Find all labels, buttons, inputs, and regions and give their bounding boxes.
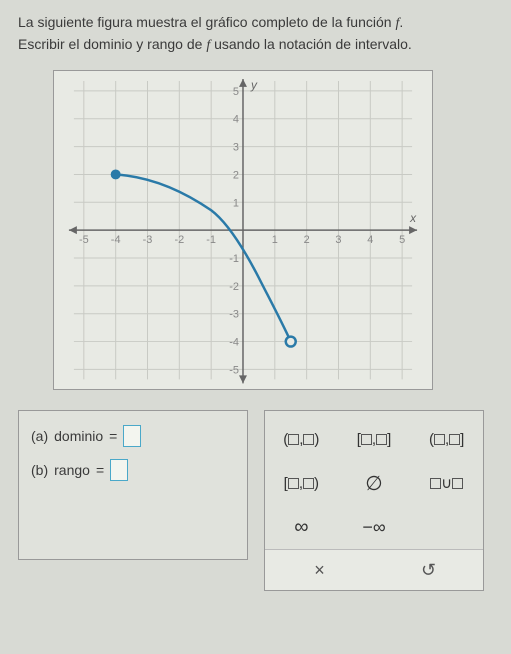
graph-svg: -5-4-3 -2-1 123 45 543 21 -1-2-3 -4-5 x …: [54, 71, 432, 389]
reset-icon: ↺: [421, 560, 436, 581]
btn-clear[interactable]: ×: [265, 550, 374, 590]
svg-text:-5: -5: [229, 364, 239, 376]
input-rango[interactable]: [110, 459, 128, 481]
part-label-a: (a): [31, 428, 48, 444]
pal-empty-cell: [410, 505, 483, 549]
svg-text:5: 5: [399, 234, 405, 246]
svg-text:-2: -2: [174, 234, 184, 246]
svg-text:5: 5: [233, 86, 239, 98]
svg-text:-4: -4: [229, 337, 239, 349]
symbol-palette: (,) [,] (,] [,) ∅ ∪ ∞ −∞ × ↺: [264, 410, 484, 591]
part-label-b: (b): [31, 462, 48, 478]
prompt-line1: La siguiente figura muestra el gráfico c…: [18, 14, 403, 30]
btn-interval-open-open[interactable]: (,): [265, 417, 338, 461]
btn-reset[interactable]: ↺: [374, 550, 483, 590]
svg-text:-4: -4: [111, 234, 121, 246]
svg-text:1: 1: [272, 234, 278, 246]
endpoint-open: [286, 337, 296, 347]
svg-text:-3: -3: [229, 309, 239, 321]
label-rango: rango: [54, 462, 90, 478]
btn-infinity[interactable]: ∞: [265, 505, 338, 549]
btn-neg-infinity[interactable]: −∞: [338, 505, 411, 549]
answer-panel: (a) dominio = (b) rango =: [18, 410, 248, 560]
text: .: [399, 14, 403, 30]
text: usando la notación de intervalo.: [210, 36, 412, 52]
svg-text:-5: -5: [79, 234, 89, 246]
svg-text:1: 1: [233, 197, 239, 209]
close-icon: ×: [314, 560, 325, 581]
svg-text:3: 3: [233, 142, 239, 154]
svg-text:2: 2: [233, 169, 239, 181]
equals: =: [109, 428, 117, 444]
svg-text:-1: -1: [229, 253, 239, 265]
row-rango: (b) rango =: [31, 459, 235, 481]
btn-interval-closed-closed[interactable]: [,]: [338, 417, 411, 461]
svg-text:-1: -1: [206, 234, 216, 246]
problem-statement: La siguiente figura muestra el gráfico c…: [18, 12, 493, 56]
endpoint-closed: [111, 169, 121, 179]
x-axis-label: x: [409, 211, 417, 225]
btn-empty-set[interactable]: ∅: [338, 461, 411, 505]
input-dominio[interactable]: [123, 425, 141, 447]
prompt-line2: Escribir el dominio y rango de f usando …: [18, 36, 412, 52]
btn-interval-open-closed[interactable]: (,]: [410, 417, 483, 461]
row-dominio: (a) dominio =: [31, 425, 235, 447]
text: La siguiente figura muestra el gráfico c…: [18, 14, 395, 30]
text: Escribir el dominio y rango de: [18, 36, 206, 52]
svg-text:3: 3: [335, 234, 341, 246]
svg-text:-3: -3: [143, 234, 153, 246]
btn-union[interactable]: ∪: [410, 461, 483, 505]
svg-text:4: 4: [233, 114, 239, 126]
btn-interval-closed-open[interactable]: [,): [265, 461, 338, 505]
graph-panel: -5-4-3 -2-1 123 45 543 21 -1-2-3 -4-5 x …: [53, 70, 433, 390]
svg-text:-2: -2: [229, 281, 239, 293]
svg-text:4: 4: [367, 234, 373, 246]
y-axis-label: y: [250, 78, 258, 92]
equals: =: [96, 462, 104, 478]
svg-text:2: 2: [304, 234, 310, 246]
label-dominio: dominio: [54, 428, 103, 444]
